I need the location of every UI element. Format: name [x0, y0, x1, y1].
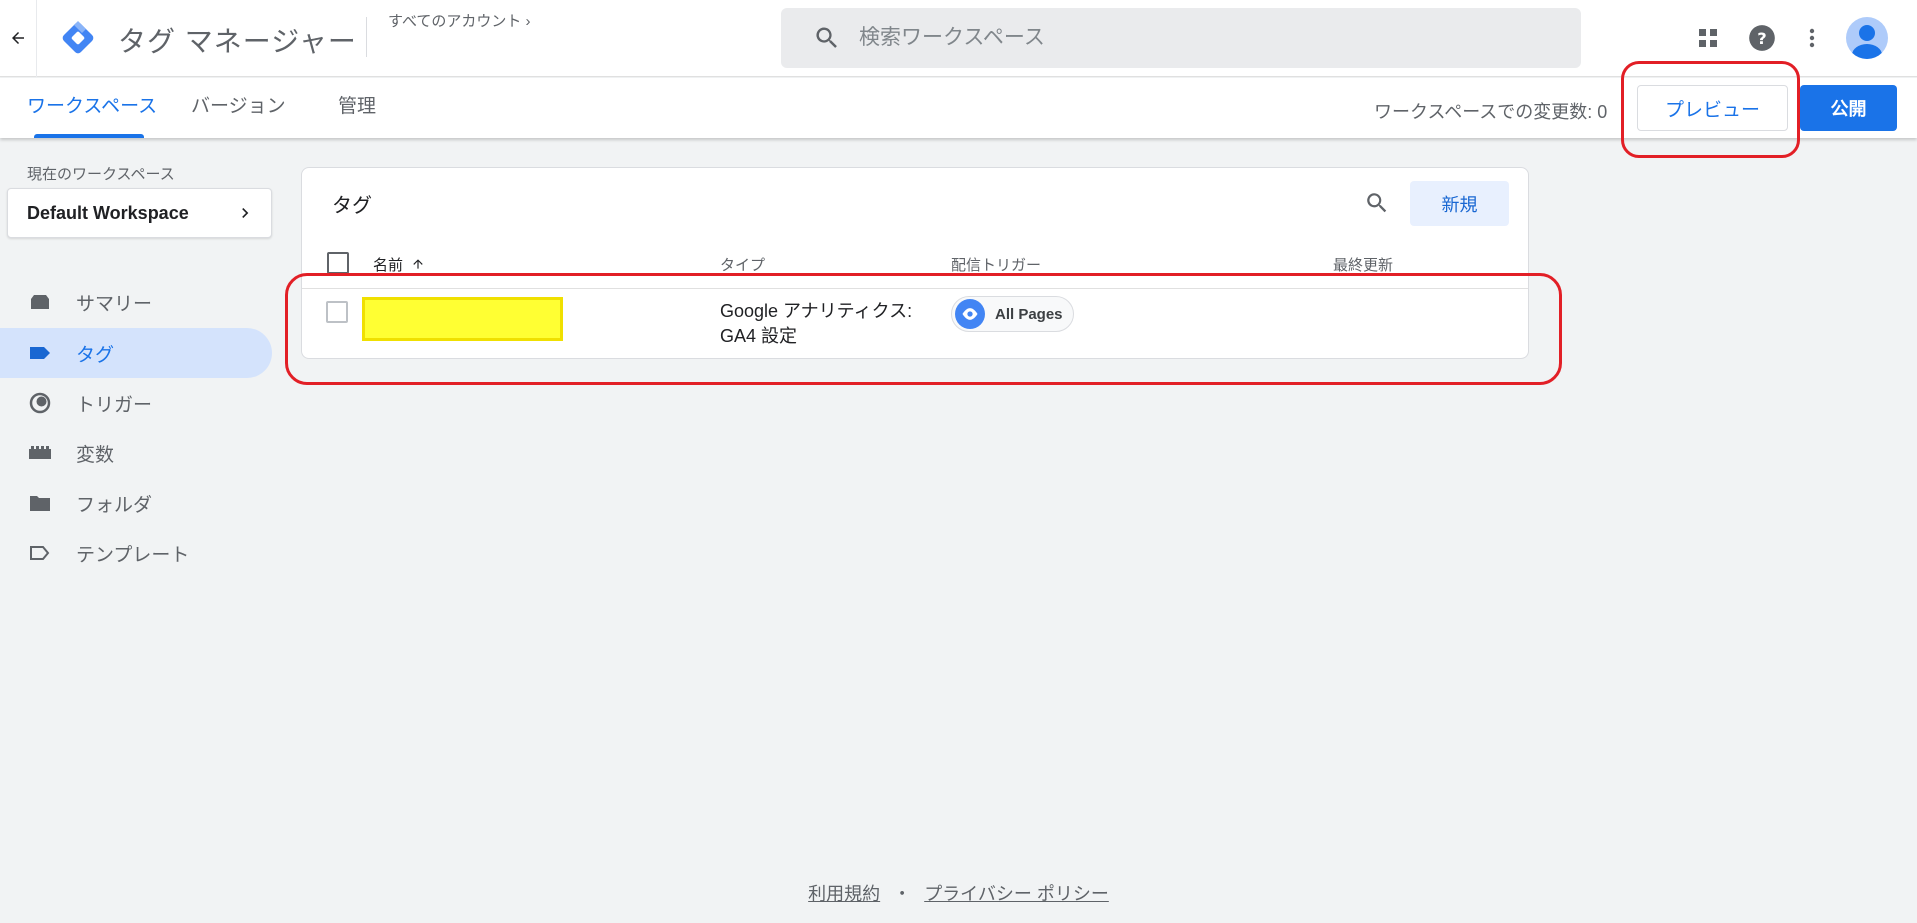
active-tab-indicator — [34, 134, 144, 138]
search-input[interactable] — [859, 26, 1509, 50]
tag-icon — [28, 341, 52, 365]
workspace-search[interactable] — [781, 8, 1581, 68]
eye-icon — [955, 299, 985, 329]
new-tag-button[interactable]: 新規 — [1410, 181, 1509, 226]
tags-card-title: タグ — [332, 195, 372, 217]
sidebar-item-variables[interactable]: 変数 — [0, 428, 272, 478]
apps-grid-icon[interactable] — [1692, 22, 1724, 54]
tab-versions[interactable]: バージョン — [191, 78, 286, 138]
template-icon — [28, 541, 52, 565]
sidebar-item-label: タグ — [76, 344, 115, 366]
sidebar-item-label: テンプレート — [76, 544, 190, 566]
column-header-label: 名前 — [373, 257, 404, 274]
workspace-name: Default Workspace — [27, 202, 189, 223]
search-icon — [813, 24, 841, 52]
chevron-right-icon — [235, 203, 255, 228]
all-accounts-breadcrumb[interactable]: すべてのアカウント › — [388, 10, 531, 31]
summary-icon — [28, 290, 52, 314]
tag-type-line2: GA4 設定 — [720, 326, 798, 346]
redacted-tag-name[interactable] — [362, 297, 563, 341]
workspace-selector[interactable]: Default Workspace — [7, 188, 272, 238]
search-icon[interactable] — [1361, 187, 1393, 219]
tag-type: Google アナリティクス: GA4 設定 — [720, 299, 912, 349]
top-app-bar: タグ マネージャー すべてのアカウント › ? — [0, 0, 1917, 77]
footer-separator: ・ — [893, 884, 912, 904]
more-vert-icon[interactable] — [1796, 22, 1828, 54]
column-header-type[interactable]: タイプ — [720, 254, 765, 275]
footer: 利用規約 ・ プライバシー ポリシー — [0, 880, 1917, 906]
workspace-changes-count: ワークスペースでの変更数: 0 — [1374, 102, 1608, 122]
terms-link[interactable]: 利用規約 — [808, 884, 880, 904]
title-divider — [366, 17, 367, 57]
account-avatar-icon[interactable] — [1846, 17, 1888, 59]
column-header-name[interactable]: 名前 — [373, 254, 425, 275]
trigger-chip[interactable]: All Pages — [951, 296, 1074, 332]
tag-type-line1: Google アナリティクス: — [720, 301, 913, 321]
sidebar-item-tags[interactable]: タグ — [0, 328, 272, 378]
column-header-trigger[interactable]: 配信トリガー — [951, 254, 1041, 275]
tags-card: タグ 新規 名前 タイプ 配信トリガー 最終更新 Google アナリティクス:… — [301, 167, 1529, 359]
sidebar-item-triggers[interactable]: トリガー — [0, 378, 272, 428]
current-workspace-label: 現在のワークスペース — [27, 166, 175, 183]
sidebar-item-folders[interactable]: フォルダ — [0, 478, 272, 528]
privacy-link[interactable]: プライバシー ポリシー — [924, 884, 1109, 904]
variables-icon — [28, 441, 52, 465]
sidebar-item-label: 変数 — [76, 444, 115, 466]
svg-text:?: ? — [1757, 29, 1766, 48]
publish-button[interactable]: 公開 — [1800, 85, 1897, 131]
all-accounts-label: すべてのアカウント — [388, 13, 522, 30]
help-icon[interactable]: ? — [1746, 22, 1778, 54]
column-header-updated[interactable]: 最終更新 — [1333, 254, 1393, 275]
select-all-checkbox[interactable] — [327, 252, 349, 274]
tag-manager-logo-icon — [58, 18, 98, 58]
workspace-subnav: ワークスペース バージョン 管理 ワークスペースでの変更数: 0 プレビュー 公… — [0, 78, 1917, 138]
preview-button[interactable]: プレビュー — [1637, 85, 1788, 131]
arrow-up-icon — [407, 257, 425, 274]
sidebar-item-label: トリガー — [76, 394, 153, 416]
sidebar-item-label: サマリー — [76, 293, 153, 315]
trigger-icon — [28, 391, 52, 415]
sidebar-item-label: フォルダ — [76, 494, 153, 516]
tab-workspace[interactable]: ワークスペース — [27, 78, 157, 138]
tab-admin[interactable]: 管理 — [338, 78, 376, 138]
folder-icon — [28, 491, 52, 515]
trigger-chip-label: All Pages — [995, 305, 1063, 323]
table-divider — [302, 288, 1528, 289]
row-checkbox[interactable] — [326, 301, 348, 323]
back-arrow-icon[interactable] — [6, 26, 30, 50]
header-divider — [36, 0, 37, 77]
chevron-right-icon: › — [525, 13, 531, 30]
sidebar-item-summary[interactable]: サマリー — [0, 277, 272, 327]
app-title: タグ マネージャー — [118, 26, 357, 57]
sidebar-item-templates[interactable]: テンプレート — [0, 528, 272, 578]
